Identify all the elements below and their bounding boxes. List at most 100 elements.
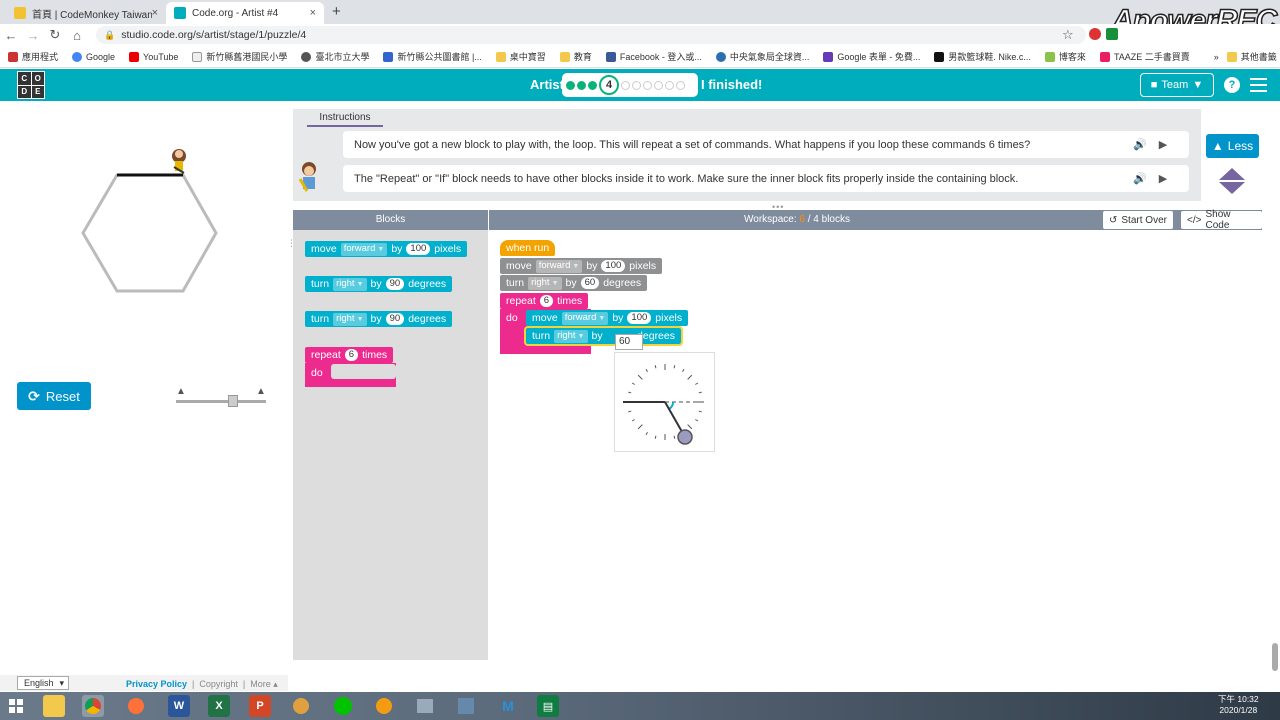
turn-dropdown[interactable]: right ▼ (554, 329, 588, 343)
line-icon[interactable] (332, 695, 354, 717)
loop-move-forward-block[interactable]: move forward ▼ by 100 pixels (526, 310, 689, 326)
distance-field[interactable]: 100 (406, 243, 431, 255)
toolbox-move-forward-block[interactable]: move forward ▼ by 100 pixels (305, 241, 468, 257)
bookmark-item[interactable]: 教育 (559, 50, 592, 63)
scrollbar-thumb[interactable] (1272, 643, 1278, 671)
back-arrow-icon[interactable]: ← (0, 28, 22, 43)
instructions-tab[interactable]: Instructions (307, 109, 383, 127)
direction-dropdown[interactable]: forward ▼ (535, 259, 583, 273)
bookmark-item[interactable]: 博客來 (1044, 50, 1086, 63)
windows-start-icon[interactable] (5, 695, 27, 717)
slider-thumb[interactable] (228, 395, 238, 407)
level-dot-done[interactable] (566, 80, 575, 90)
excel-icon[interactable]: X (208, 695, 230, 717)
toolbox-turn-right-block[interactable]: turn right ▼ by 90 degrees (305, 311, 453, 327)
show-code-button[interactable]: </> Show Code (1181, 209, 1262, 231)
bookmark-item[interactable]: Google (72, 51, 115, 62)
adblock-extension-icon[interactable] (1089, 28, 1101, 40)
angle-handle[interactable] (677, 429, 693, 445)
close-tab-icon[interactable]: × (310, 7, 316, 19)
level-dot-todo[interactable] (665, 80, 674, 90)
level-dot-todo[interactable] (676, 80, 685, 90)
play-icon[interactable]: ▶ (1159, 172, 1167, 185)
bookmark-star-icon[interactable]: ☆ (1062, 27, 1074, 43)
when-run-block[interactable]: when run (500, 240, 556, 256)
turn-right-block[interactable]: turn right ▼ by 60 degrees (500, 275, 648, 291)
bookmark-item[interactable]: 應用程式 (8, 50, 58, 63)
level-dot-todo[interactable] (654, 80, 663, 90)
toolbox-repeat-block[interactable]: repeat 6 times (305, 347, 394, 363)
system-clock[interactable]: 下午 10:32 2020/1/28 (1218, 694, 1259, 716)
snipping-tool-icon[interactable] (455, 695, 477, 717)
app-icon[interactable] (414, 695, 436, 717)
privacy-policy-link[interactable]: Privacy Policy (126, 679, 187, 690)
resize-instructions-icon[interactable] (1219, 168, 1245, 194)
level-dot-todo[interactable] (643, 80, 652, 90)
level-dot-todo[interactable] (632, 80, 641, 90)
firefox-icon[interactable] (125, 695, 147, 717)
bookmark-item[interactable]: TAAZE 二手書買賣 (1099, 50, 1190, 63)
angle-picker[interactable] (614, 352, 715, 452)
turn-dropdown[interactable]: right ▼ (528, 276, 562, 290)
forward-arrow-icon[interactable]: → (22, 28, 44, 43)
reload-icon[interactable]: ↻ (44, 27, 66, 43)
angle-edit-input[interactable]: 60 (615, 334, 643, 350)
copyright-link[interactable]: Copyright (199, 679, 238, 690)
file-explorer-icon[interactable] (43, 695, 65, 717)
toolbox-grip-icon[interactable]: ⋮ (287, 238, 296, 249)
codeorg-logo[interactable]: C O D E (17, 71, 45, 99)
powerpoint-icon[interactable]: P (249, 695, 271, 717)
bookmark-item[interactable]: YouTube (129, 51, 178, 62)
other-bookmarks-folder[interactable]: 其他書籤 (1226, 50, 1277, 63)
toolbox-turn-right-block[interactable]: turn right ▼ by 90 degrees (305, 276, 453, 292)
turn-dropdown[interactable]: right ▼ (333, 277, 367, 291)
word-icon[interactable]: W (168, 695, 190, 717)
speaker-icon[interactable]: 🔊 (1133, 138, 1147, 151)
url-field[interactable]: 🔒 studio.code.org/s/artist/stage/1/puzzl… (96, 26, 1086, 44)
start-over-button[interactable]: ↺ Start Over (1103, 211, 1173, 229)
browser-tab-codeorg[interactable]: Code.org - Artist #4 × (166, 2, 324, 24)
move-forward-block[interactable]: move forward ▼ by 100 pixels (500, 258, 663, 274)
repeat-count-field[interactable]: 6 (539, 295, 554, 307)
repeat-block-body[interactable]: do (305, 363, 396, 387)
direction-dropdown[interactable]: forward ▼ (340, 242, 388, 256)
bookmark-item[interactable]: 中央氣象局全球資... (715, 50, 809, 63)
angle-field[interactable]: 90 (385, 278, 405, 290)
more-link[interactable]: More ▴ (250, 679, 278, 690)
level-dot-done[interactable] (577, 80, 586, 90)
loop-turn-right-block[interactable]: turn right ▼ by degrees (524, 326, 683, 346)
workspace-canvas[interactable]: when run move forward ▼ by 100 pixels tur… (489, 230, 1262, 660)
hamburger-menu-icon[interactable] (1250, 78, 1267, 92)
bookmark-item[interactable]: 桌中寶習 (495, 50, 546, 63)
level-dot-todo[interactable] (621, 80, 630, 90)
help-icon[interactable]: ? (1224, 77, 1240, 93)
bookmark-item[interactable]: 新竹縣舊港國民小學 (192, 50, 287, 63)
current-level-bubble[interactable]: 4 (599, 75, 619, 95)
close-tab-icon[interactable]: × (152, 7, 158, 19)
chrome-icon[interactable] (82, 695, 104, 717)
app-green-icon[interactable]: ▤ (537, 695, 559, 717)
new-tab-button[interactable]: + (332, 3, 341, 20)
distance-field[interactable]: 100 (627, 312, 652, 324)
browser-tab-codemonkey[interactable]: 首頁 | CodeMonkey Taiwan × (6, 2, 166, 24)
repeat-block[interactable]: repeat 6 times (500, 293, 589, 309)
extension-icon[interactable] (1106, 28, 1118, 40)
less-button[interactable]: ▲ Less (1206, 134, 1259, 158)
settings-gear-icon[interactable] (373, 695, 395, 717)
bookmark-item[interactable]: 臺北市立大學 (301, 50, 369, 63)
level-dot-done[interactable] (588, 80, 597, 90)
finished-link[interactable]: I finished! (701, 77, 762, 92)
play-icon[interactable]: ▶ (1159, 138, 1167, 151)
reset-button[interactable]: ⟳ Reset (17, 382, 91, 410)
team-button[interactable]: ■ Team ▼ (1140, 73, 1214, 97)
bookmarks-overflow-button[interactable]: » (1214, 52, 1219, 62)
bookmark-item[interactable]: Google 表單 - 免費... (823, 50, 920, 63)
app-m-icon[interactable]: M (497, 695, 519, 717)
home-icon[interactable]: ⌂ (66, 28, 88, 43)
distance-field[interactable]: 100 (601, 260, 626, 272)
speed-slider[interactable]: ▲ ▲ (176, 386, 266, 408)
language-select[interactable]: English ▾ (17, 676, 69, 690)
bookmark-item[interactable]: Facebook - 登入或... (605, 50, 702, 63)
paint-icon[interactable] (290, 695, 312, 717)
direction-dropdown[interactable]: forward ▼ (561, 311, 609, 325)
